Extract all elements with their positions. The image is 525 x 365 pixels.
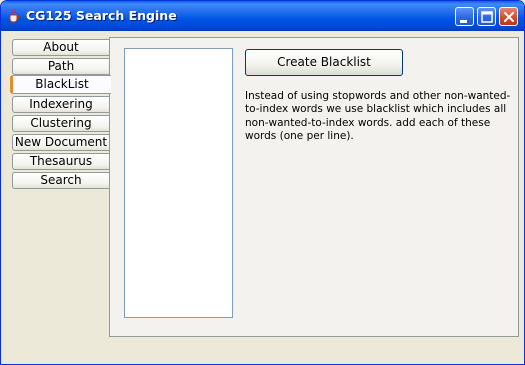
window-title: CG125 Search Engine: [26, 8, 177, 23]
tab-about[interactable]: About: [12, 39, 109, 56]
blacklist-description: Instead of using stopwords and other non…: [245, 90, 511, 143]
blacklist-panel: Create Blacklist Instead of using stopwo…: [109, 37, 519, 337]
app-window: CG125 Search Engine About Path BlackList…: [0, 0, 525, 365]
close-button[interactable]: [499, 7, 518, 26]
tab-new-document[interactable]: New Document: [12, 134, 109, 151]
tab-indexering[interactable]: Indexering: [12, 96, 109, 113]
tab-path[interactable]: Path: [12, 58, 109, 75]
maximize-icon: [481, 11, 493, 23]
close-icon: [504, 12, 514, 22]
tab-thesaurus[interactable]: Thesaurus: [12, 153, 109, 170]
blacklist-words-textarea[interactable]: [124, 48, 233, 318]
tab-search[interactable]: Search: [12, 172, 109, 189]
java-cup-icon[interactable]: [7, 8, 21, 23]
client-area: About Path BlackList Indexering Clusteri…: [4, 31, 521, 363]
tab-blacklist[interactable]: BlackList: [10, 75, 111, 94]
minimize-button[interactable]: [455, 7, 474, 26]
maximize-button[interactable]: [477, 7, 496, 26]
minimize-icon: [460, 20, 467, 23]
create-blacklist-button[interactable]: Create Blacklist: [245, 49, 403, 76]
tab-clustering[interactable]: Clustering: [12, 115, 109, 132]
title-bar[interactable]: CG125 Search Engine: [1, 1, 524, 31]
